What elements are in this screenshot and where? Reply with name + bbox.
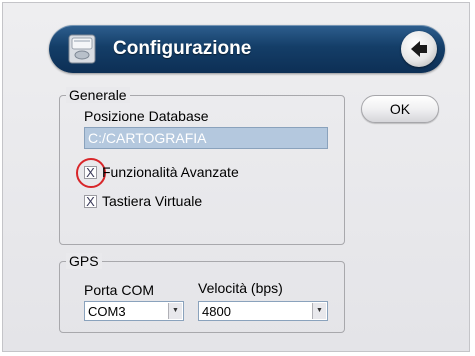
general-group: Generale Posizione Database C:/CARTOGRAF… [59, 87, 345, 245]
ok-button[interactable]: OK [361, 95, 439, 123]
gps-group-label: GPS [66, 253, 102, 269]
advanced-features-label[interactable]: Funzionalità Avanzate [102, 164, 239, 180]
virtual-keyboard-label[interactable]: Tastiera Virtuale [102, 193, 202, 209]
title-bar: Configurazione [49, 25, 445, 73]
database-path-input[interactable]: C:/CARTOGRAFIA [84, 127, 328, 149]
check-mark-icon: X [86, 194, 95, 209]
com-port-value: COM3 [88, 304, 126, 319]
chevron-down-icon[interactable]: ▼ [312, 303, 326, 319]
back-arrow-icon [411, 41, 427, 57]
com-port-select[interactable]: COM3 ▼ [84, 301, 184, 321]
chevron-down-icon[interactable]: ▼ [168, 303, 182, 319]
window-title: Configurazione [113, 38, 252, 59]
check-mark-icon: X [86, 165, 95, 180]
gps-group: GPS Porta COM COM3 ▼ Velocità (bps) 4800… [59, 253, 345, 333]
general-group-label: Generale [66, 87, 130, 103]
database-path-value: C:/CARTOGRAFIA [88, 130, 207, 146]
speed-value: 4800 [202, 304, 231, 319]
config-window: Configurazione Generale Posizione Databa… [2, 2, 470, 352]
database-icon [68, 34, 96, 64]
speed-label: Velocità (bps) [198, 280, 283, 296]
advanced-features-checkbox[interactable]: X [84, 166, 97, 179]
com-port-label: Porta COM [84, 282, 155, 298]
virtual-keyboard-checkbox[interactable]: X [84, 195, 97, 208]
database-path-label: Posizione Database [84, 108, 209, 124]
speed-select[interactable]: 4800 ▼ [198, 301, 328, 321]
back-button[interactable] [401, 31, 437, 67]
